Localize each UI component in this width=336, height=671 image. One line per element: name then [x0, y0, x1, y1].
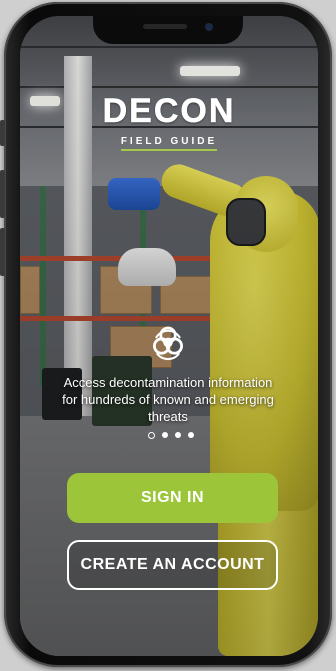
phone-notch [93, 16, 243, 44]
logo-subtitle: FIELD GUIDE [120, 136, 218, 151]
speaker-grille [143, 24, 187, 29]
volume-up-button [0, 170, 5, 218]
page-dot[interactable] [188, 432, 194, 438]
camera-icon [205, 23, 213, 31]
page-indicator [148, 432, 194, 442]
create-account-button[interactable]: CREATE AN ACCOUNT [67, 540, 278, 590]
tagline: Access decontamination information for h… [62, 375, 274, 424]
volume-down-button [0, 228, 5, 276]
sign-in-button[interactable]: SIGN IN [67, 473, 278, 523]
page-dot[interactable] [175, 432, 181, 438]
logo-title: DECON [102, 92, 236, 131]
biohazard-icon [153, 326, 183, 361]
mute-switch [0, 120, 5, 146]
app-logo: DECON FIELD GUIDE [20, 92, 318, 151]
page-dot[interactable] [148, 432, 155, 439]
page-dot[interactable] [162, 432, 168, 438]
